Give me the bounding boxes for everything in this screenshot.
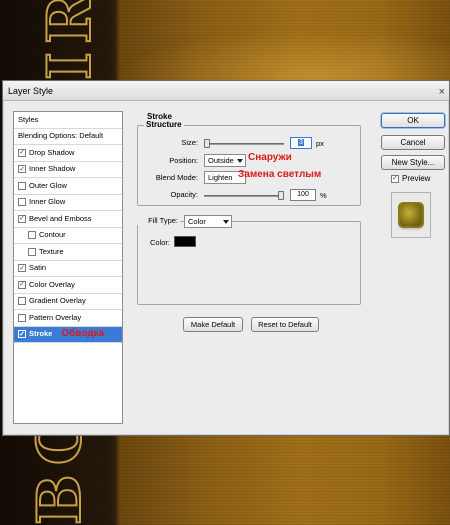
style-item-satin[interactable]: ✓ Satin bbox=[14, 261, 122, 277]
position-label: Position: bbox=[169, 156, 198, 165]
blend-mode-value: Lighten bbox=[208, 173, 233, 182]
structure-title: Structure bbox=[144, 120, 184, 129]
stroke-annotation: Обводка bbox=[61, 328, 105, 340]
style-checkbox[interactable] bbox=[18, 181, 26, 190]
styles-header[interactable]: Styles bbox=[14, 112, 122, 129]
dialog-title: Layer Style bbox=[8, 86, 54, 96]
size-slider-thumb[interactable] bbox=[204, 139, 210, 148]
style-item-texture[interactable]: Texture bbox=[14, 244, 122, 261]
style-item-stroke[interactable]: ✓ Stroke Обводка bbox=[14, 326, 122, 343]
chevron-down-icon bbox=[223, 220, 229, 224]
dialog-titlebar: Layer Style × bbox=[3, 81, 449, 101]
style-checkbox[interactable] bbox=[28, 231, 36, 240]
style-checkbox[interactable]: ✓ bbox=[18, 148, 26, 157]
size-unit: px bbox=[316, 139, 324, 148]
chevron-down-icon bbox=[237, 159, 243, 163]
style-item-label: Inner Shadow bbox=[29, 164, 76, 174]
blend-mode-label: Blend Mode: bbox=[155, 173, 198, 182]
position-value: Outside bbox=[208, 156, 234, 165]
style-item-label: Color Overlay bbox=[29, 279, 75, 289]
stroke-panel: Stroke Structure Size: 3 px Position: Ou… bbox=[124, 111, 368, 424]
opacity-slider[interactable] bbox=[204, 195, 284, 197]
color-label: Color: bbox=[149, 238, 170, 247]
style-item-pattern-overlay[interactable]: Pattern Overlay bbox=[14, 310, 122, 327]
style-item-label: Outer Glow bbox=[29, 180, 67, 190]
position-select[interactable]: Outside bbox=[204, 154, 246, 167]
styles-list: Styles Blending Options: Default ✓ Drop Sh… bbox=[13, 111, 123, 424]
style-item-label: Drop Shadow bbox=[29, 147, 75, 157]
style-item-outer-glow[interactable]: Outer Glow bbox=[14, 178, 122, 195]
style-item-label: Stroke bbox=[29, 329, 53, 339]
size-slider[interactable] bbox=[204, 143, 284, 145]
reset-default-button[interactable]: Reset to Default bbox=[251, 317, 319, 332]
style-item-label: Gradient Overlay bbox=[29, 296, 86, 306]
style-item-bevel-and-emboss[interactable]: ✓ Bevel and Emboss bbox=[14, 211, 122, 228]
opacity-unit: % bbox=[320, 191, 327, 200]
opacity-input[interactable]: 100 bbox=[290, 189, 316, 201]
style-item-label: Blending Options: Default bbox=[18, 131, 104, 141]
structure-group: Structure Size: 3 px Position: Outside С… bbox=[137, 120, 361, 206]
position-annotation: Снаружи bbox=[248, 152, 292, 163]
style-item-drop-shadow[interactable]: ✓ Drop Shadow bbox=[14, 145, 122, 162]
style-item-contour[interactable]: Contour bbox=[14, 228, 122, 244]
size-label: Size: bbox=[181, 138, 198, 147]
preview-thumbnail bbox=[391, 192, 431, 238]
style-checkbox[interactable]: ✓ bbox=[18, 214, 26, 223]
style-item-label: Inner Glow bbox=[29, 197, 66, 207]
ok-button[interactable]: OK bbox=[381, 113, 445, 128]
fill-type-label: Fill Type: bbox=[124, 216, 180, 225]
style-checkbox[interactable]: ✓ bbox=[18, 165, 26, 174]
style-checkbox[interactable] bbox=[28, 247, 36, 256]
opacity-label: Opacity: bbox=[170, 190, 198, 199]
preview-label: Preview bbox=[402, 174, 431, 183]
style-checkbox[interactable]: ✓ bbox=[18, 330, 26, 339]
cancel-button[interactable]: Cancel bbox=[381, 135, 445, 150]
style-item-inner-glow[interactable]: Inner Glow bbox=[14, 195, 122, 211]
style-checkbox[interactable]: ✓ bbox=[18, 264, 26, 273]
style-item-label: Texture bbox=[39, 246, 64, 256]
style-item-gradient-overlay[interactable]: Gradient Overlay bbox=[14, 294, 122, 310]
style-item-label: Contour bbox=[39, 230, 66, 240]
make-default-button[interactable]: Make Default bbox=[183, 317, 243, 332]
blend-mode-annotation: Замена светлым bbox=[238, 169, 322, 180]
stroke-color-swatch[interactable] bbox=[174, 236, 196, 247]
layer-style-dialog: Layer Style × Styles Blending Options: D… bbox=[2, 80, 450, 436]
preview-checkbox[interactable]: ✓ bbox=[391, 174, 399, 183]
style-checkbox[interactable] bbox=[18, 198, 26, 207]
size-input[interactable]: 3 bbox=[290, 137, 312, 149]
fill-type-select[interactable]: Color bbox=[184, 215, 232, 228]
preview-toggle[interactable]: ✓ Preview bbox=[391, 174, 430, 183]
opacity-slider-thumb[interactable] bbox=[278, 191, 284, 200]
style-checkbox[interactable]: ✓ bbox=[18, 280, 26, 289]
close-icon[interactable]: × bbox=[439, 82, 445, 102]
style-item-color-overlay[interactable]: ✓ Color Overlay bbox=[14, 277, 122, 294]
decorative-letters-top: IR bbox=[34, 0, 106, 81]
fill-type-value: Color bbox=[188, 217, 206, 226]
size-value: 3 bbox=[298, 139, 304, 146]
style-checkbox[interactable] bbox=[18, 313, 26, 322]
style-item-label: Bevel and Emboss bbox=[29, 213, 92, 223]
style-item-label: Pattern Overlay bbox=[29, 312, 82, 322]
style-checkbox[interactable] bbox=[18, 297, 26, 306]
style-item-inner-shadow[interactable]: ✓ Inner Shadow bbox=[14, 162, 122, 178]
style-item-label: Satin bbox=[29, 263, 47, 273]
preview-swatch bbox=[400, 204, 422, 226]
new-style-button[interactable]: New Style... bbox=[381, 155, 445, 170]
fill-group: Fill Type: Color Color: bbox=[124, 215, 361, 305]
style-item-blending-options-default[interactable]: Blending Options: Default bbox=[14, 129, 122, 145]
